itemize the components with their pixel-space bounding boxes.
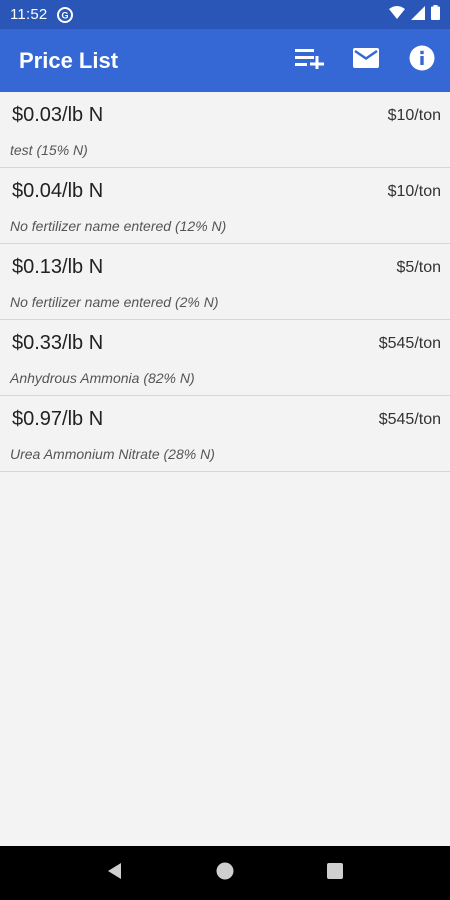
- app-title: Price List: [19, 47, 119, 73]
- price-per-lb: $0.13/lb N: [12, 256, 104, 278]
- price-per-lb: $0.04/lb N: [12, 180, 104, 202]
- fertilizer-name: Urea Ammonium Nitrate (28% N): [10, 446, 215, 462]
- recents-button[interactable]: [315, 853, 355, 893]
- navigation-bar: [0, 846, 450, 900]
- price-per-lb: $0.97/lb N: [12, 408, 104, 430]
- email-button[interactable]: [338, 33, 394, 89]
- cell-signal-icon: [411, 5, 425, 24]
- info-icon: [409, 45, 435, 76]
- svg-text:G: G: [62, 10, 69, 20]
- battery-icon: [431, 5, 440, 24]
- cost-per-ton: $10/ton: [387, 183, 441, 200]
- app-bar: Price List: [0, 29, 450, 92]
- fertilizer-name: No fertilizer name entered (12% N): [10, 218, 227, 234]
- status-bar: 11:52 G: [0, 0, 450, 29]
- cost-per-ton: $545/ton: [378, 335, 441, 352]
- price-list: $0.03/lb N $10/ton test (15% N) $0.04/lb…: [0, 92, 450, 472]
- app-actions: [282, 29, 450, 92]
- list-item[interactable]: $0.13/lb N $5/ton No fertilizer name ent…: [0, 244, 450, 320]
- back-button[interactable]: [95, 853, 135, 893]
- back-icon: [106, 862, 124, 885]
- home-button[interactable]: [205, 853, 245, 893]
- cost-per-ton: $5/ton: [396, 259, 441, 276]
- fertilizer-name: test (15% N): [10, 142, 88, 158]
- home-icon: [216, 862, 234, 885]
- list-item[interactable]: $0.97/lb N $545/ton Urea Ammonium Nitrat…: [0, 396, 450, 472]
- fertilizer-name: No fertilizer name entered (2% N): [10, 294, 219, 310]
- app-notification-icon: G: [57, 6, 74, 23]
- list-item[interactable]: $0.33/lb N $545/ton Anhydrous Ammonia (8…: [0, 320, 450, 396]
- playlist-add-icon: [295, 47, 325, 74]
- wifi-icon: [389, 5, 405, 24]
- status-time: 11:52: [10, 6, 48, 23]
- recents-icon: [326, 862, 344, 885]
- info-button[interactable]: [394, 33, 450, 89]
- fertilizer-name: Anhydrous Ammonia (82% N): [10, 370, 195, 386]
- status-icons: [389, 5, 440, 24]
- list-item[interactable]: $0.04/lb N $10/ton No fertilizer name en…: [0, 168, 450, 244]
- email-icon: [353, 48, 379, 73]
- price-per-lb: $0.03/lb N: [12, 104, 104, 126]
- list-item[interactable]: $0.03/lb N $10/ton test (15% N): [0, 92, 450, 168]
- cost-per-ton: $545/ton: [378, 411, 441, 428]
- cost-per-ton: $10/ton: [387, 107, 441, 124]
- add-price-button[interactable]: [282, 33, 338, 89]
- price-per-lb: $0.33/lb N: [12, 332, 104, 354]
